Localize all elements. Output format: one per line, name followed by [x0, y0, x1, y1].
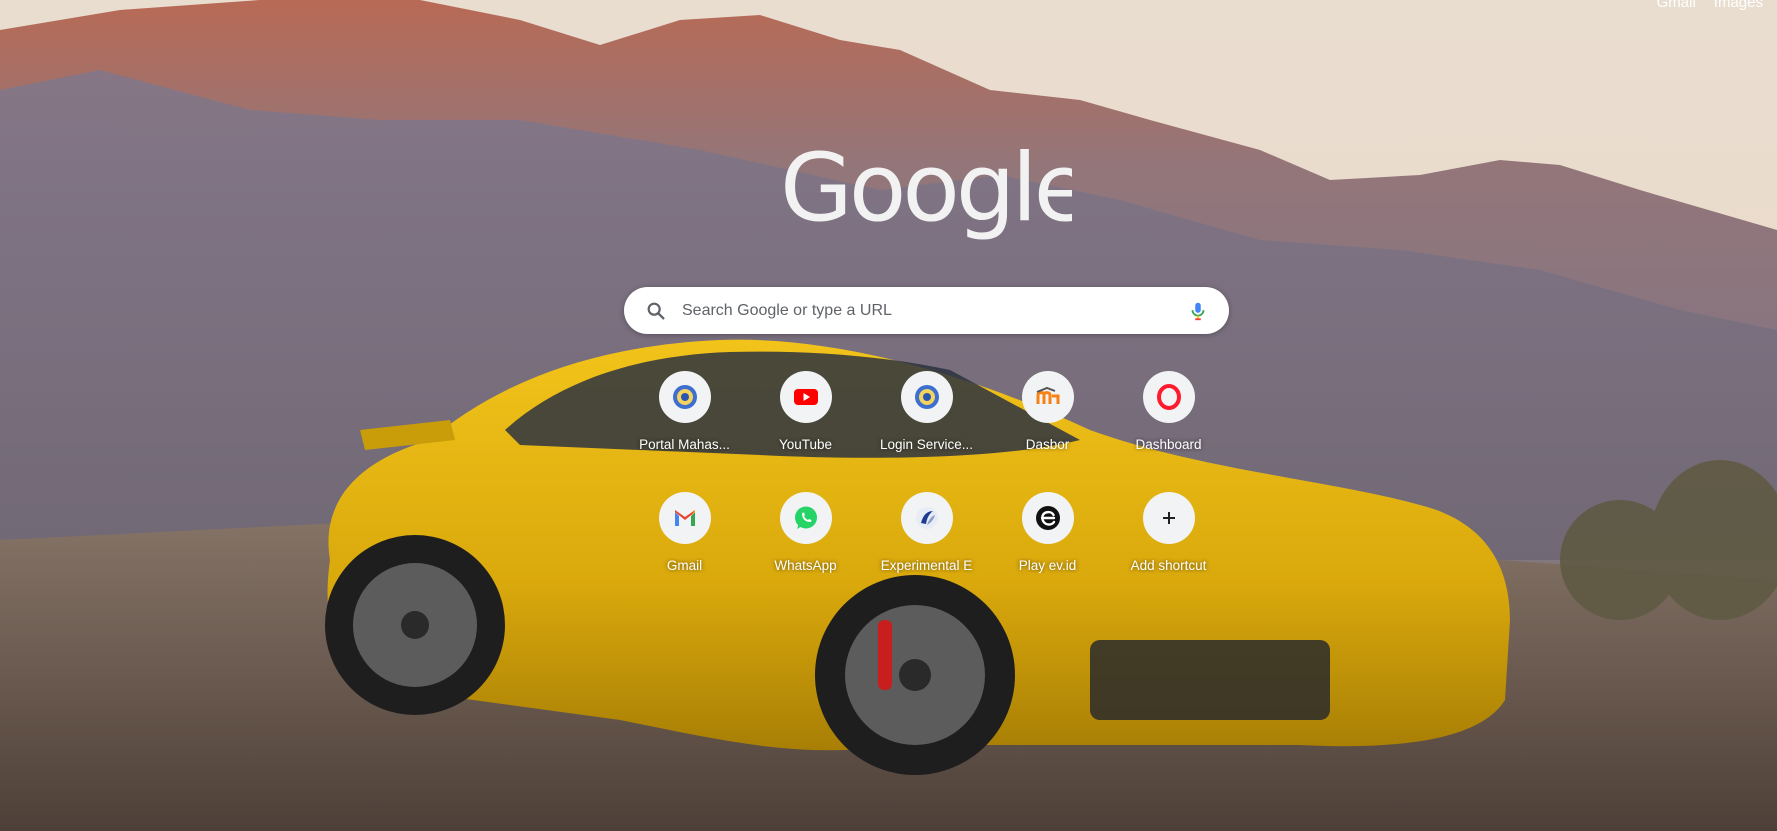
shortcut-grid: Portal Mahas... YouTube Login Service...: [624, 363, 1229, 592]
university-seal-icon: [672, 385, 697, 409]
youtube-icon: [793, 389, 818, 405]
shortcut-icon-container: [779, 492, 832, 544]
shortcut-gmail[interactable]: Gmail: [624, 484, 745, 592]
search-box[interactable]: [624, 287, 1229, 334]
university-seal-icon: [914, 385, 939, 409]
shortcut-icon-container: [658, 371, 711, 423]
shortcut-icon-container: [1021, 371, 1074, 423]
google-logo: Google: [780, 138, 1072, 243]
moodle-icon: [1036, 386, 1059, 404]
shortcut-experimental[interactable]: Experimental E: [866, 484, 987, 592]
shortcut-whatsapp[interactable]: WhatsApp: [745, 484, 866, 592]
shortcut-icon-container: [658, 492, 711, 544]
experimental-icon: [915, 507, 938, 529]
shortcut-label: Portal Mahas...: [639, 437, 730, 452]
top-links: Gmail Images: [1657, 0, 1763, 11]
images-link[interactable]: Images: [1714, 0, 1763, 11]
shortcut-icon-container: [779, 371, 832, 423]
shortcut-icon-container: [1142, 492, 1195, 544]
add-shortcut-button[interactable]: Add shortcut: [1108, 484, 1229, 592]
whatsapp-icon: [794, 506, 817, 529]
shortcut-label: Add shortcut: [1130, 558, 1207, 573]
shortcut-icon-container: [1142, 371, 1195, 423]
shortcut-icon-container: [900, 371, 953, 423]
shortcut-label: Dasbor: [1025, 437, 1070, 452]
shortcut-login-service[interactable]: Login Service...: [866, 363, 987, 471]
opera-icon: [1156, 384, 1181, 410]
shortcut-label: Gmail: [666, 558, 703, 573]
shortcut-dasbor[interactable]: Dasbor: [987, 363, 1108, 471]
gmail-icon: [674, 510, 695, 526]
shortcut-label: YouTube: [778, 437, 833, 452]
microphone-icon[interactable]: [1187, 300, 1209, 322]
shortcut-icon-container: [1021, 492, 1074, 544]
shortcut-label: Dashboard: [1135, 437, 1202, 452]
shortcut-youtube[interactable]: YouTube: [745, 363, 866, 471]
shortcut-portal-mahasiswa[interactable]: Portal Mahas...: [624, 363, 745, 471]
google-logo-text: Google: [780, 138, 1072, 243]
shortcut-play-ev[interactable]: Play ev.id: [987, 484, 1108, 592]
shortcut-dashboard[interactable]: Dashboard: [1108, 363, 1229, 471]
shortcut-label: WhatsApp: [774, 558, 837, 573]
shortcut-label: Login Service...: [879, 437, 974, 452]
search-icon: [647, 302, 665, 320]
ev-icon: [1035, 506, 1060, 530]
gmail-link[interactable]: Gmail: [1657, 0, 1696, 11]
shortcut-label: Play ev.id: [1018, 558, 1077, 573]
plus-icon: [1162, 512, 1175, 524]
shortcut-label: Experimental E: [880, 558, 973, 573]
shortcut-icon-container: [900, 492, 953, 544]
search-input[interactable]: [680, 300, 1179, 321]
